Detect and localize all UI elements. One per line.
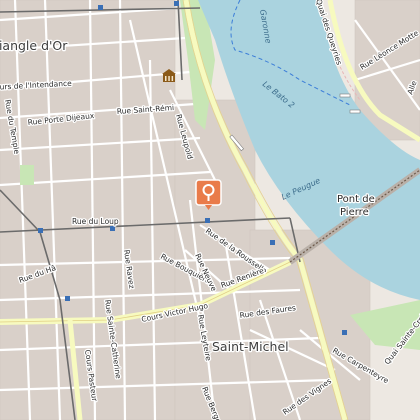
bridge-label-line1: Pont de	[337, 194, 375, 205]
map-pin-icon[interactable]	[195, 179, 222, 210]
street-label-loup: Rue du Loup	[72, 217, 119, 226]
district-saint-michel: Saint-Michel	[212, 339, 289, 354]
bridge-label-line2: Pierre	[340, 207, 369, 218]
district-triangle-dor: Triangle d'Or	[0, 38, 68, 53]
map-canvas[interactable]: Triangle d'Or Saint-Michel Garonne Le Ba…	[0, 0, 420, 420]
